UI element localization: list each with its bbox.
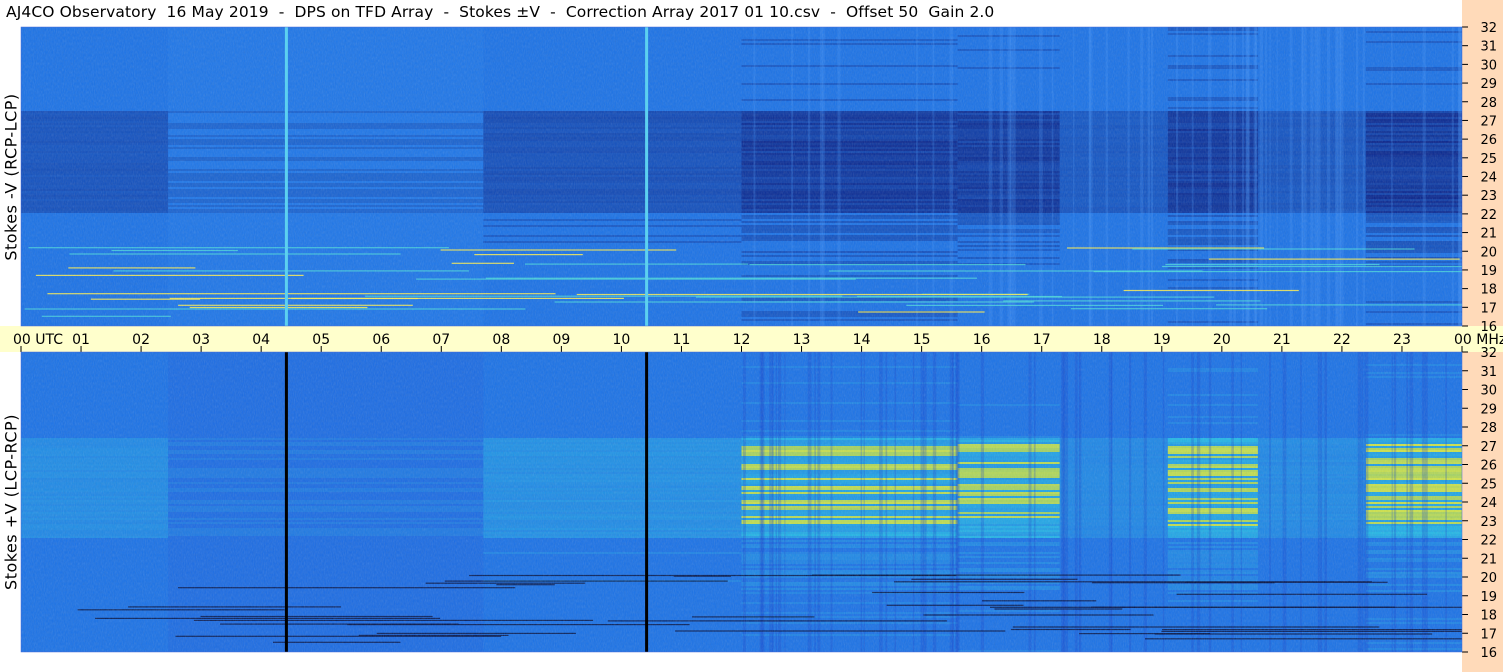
frequency-tick-label: 27	[1480, 114, 1497, 129]
time-tick-label: 20	[1213, 332, 1231, 348]
frequency-tick-label: 29	[1480, 77, 1497, 92]
frequency-tick-label: 23	[1480, 189, 1497, 204]
frequency-tick-label: 21	[1480, 227, 1497, 242]
frequency-tick-label: 16	[1480, 320, 1497, 335]
time-marker-line-1	[284, 352, 288, 652]
time-tick-label: 17	[1033, 332, 1051, 348]
time-tick-label: 22	[1333, 332, 1351, 348]
time-tick-label: 06	[372, 332, 390, 348]
time-tick-label: 08	[492, 332, 510, 348]
frequency-tick-label: 24	[1480, 496, 1497, 511]
time-tick-label: 04	[252, 332, 270, 348]
time-tick-label: 18	[1093, 332, 1111, 348]
time-marker-line-1	[284, 27, 288, 326]
frequency-tick-label: 17	[1480, 301, 1497, 316]
frequency-tick-label: 28	[1480, 96, 1497, 111]
frequency-tick-label: 20	[1480, 245, 1497, 260]
time-tick-label: 09	[552, 332, 570, 348]
frequency-tick-label: 20	[1480, 571, 1497, 586]
frequency-tick-label: 31	[1480, 365, 1497, 380]
time-tick-label: 21	[1273, 332, 1291, 348]
frequency-tick-label: 24	[1480, 171, 1497, 186]
frequency-tick-label: 22	[1480, 208, 1497, 223]
time-tick-label: 19	[1153, 332, 1171, 348]
frequency-tick-label: 21	[1480, 552, 1497, 567]
frequency-tick-label: 23	[1480, 515, 1497, 530]
frequency-tick-label: 29	[1480, 402, 1497, 417]
time-tick-label: 01	[72, 332, 90, 348]
frequency-tick-label: 19	[1480, 590, 1497, 605]
time-tick-label: 05	[312, 332, 330, 348]
frequency-tick-label: 22	[1480, 534, 1497, 549]
time-tick-label: 23	[1393, 332, 1411, 348]
frequency-tick-label: 16	[1480, 646, 1497, 661]
frequency-tick-label: 32	[1480, 21, 1497, 36]
time-tick-label: 00 UTC	[13, 332, 63, 348]
frequency-tick-label: 18	[1480, 609, 1497, 624]
time-tick-label: 15	[913, 332, 931, 348]
time-marker-line-2	[645, 27, 649, 326]
y-axis-label-top: Stokes -V (RCP-LCP)	[1, 93, 21, 261]
time-tick-label: 11	[673, 332, 691, 348]
frequency-tick-label: 18	[1480, 283, 1497, 298]
frequency-tick-label: 26	[1480, 133, 1497, 148]
waterfall-top-panel	[21, 27, 1462, 326]
waterfall-bottom-panel	[21, 352, 1462, 652]
frequency-tick-label: 25	[1480, 477, 1497, 492]
time-tick-label: 10	[613, 332, 631, 348]
time-marker-line-2	[645, 352, 649, 652]
waterfall-figure: 00 UTC 01 02 03 04 05 06 07 08 09 10 11 12 13 14 15 16 17…	[0, 0, 1503, 672]
time-tick-label: 16	[973, 332, 991, 348]
y-axis-label-bottom: Stokes +V (LCP-RCP)	[1, 414, 21, 590]
time-tick-label: 02	[132, 332, 150, 348]
time-tick-label: 12	[733, 332, 751, 348]
frequency-tick-label: 17	[1480, 627, 1497, 642]
time-tick-label: 03	[192, 332, 210, 348]
frequency-tick-label: 26	[1480, 459, 1497, 474]
frequency-tick-label: 19	[1480, 264, 1497, 279]
time-tick-label: 07	[432, 332, 450, 348]
frequency-tick-label: 30	[1480, 384, 1497, 399]
time-tick-label: 14	[853, 332, 871, 348]
frequency-tick-label: 28	[1480, 421, 1497, 436]
frequency-tick-label: 30	[1480, 58, 1497, 73]
frequency-tick-label: 25	[1480, 152, 1497, 167]
frequency-tick-label: 32	[1480, 346, 1497, 361]
frequency-tick-label: 27	[1480, 440, 1497, 455]
frequency-tick-label: 31	[1480, 40, 1497, 55]
time-tick-label: 13	[793, 332, 811, 348]
